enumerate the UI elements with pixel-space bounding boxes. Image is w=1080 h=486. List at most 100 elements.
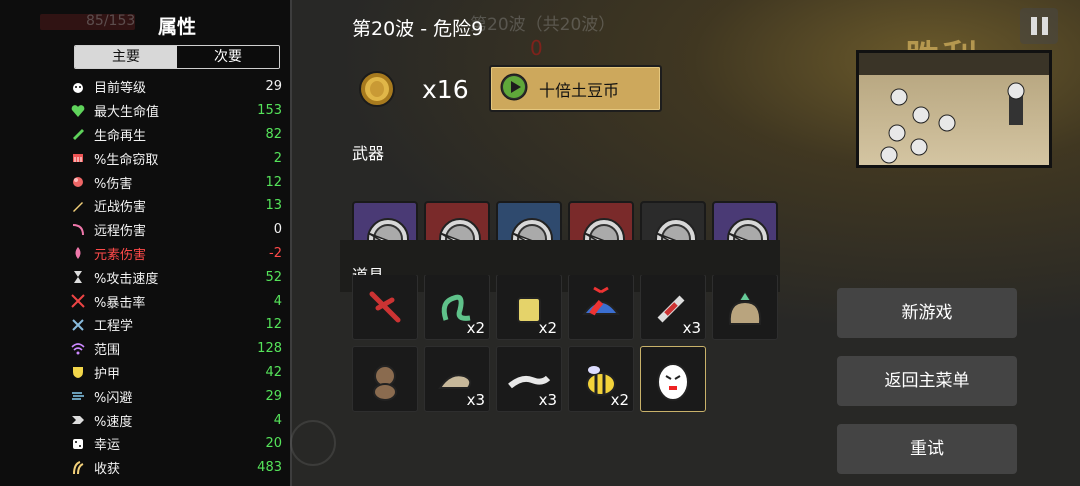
background-ring (290, 420, 336, 466)
monkey-icon (373, 365, 397, 401)
pause-icon (1030, 17, 1037, 35)
item-quantity: x3 (682, 319, 701, 337)
tab-primary[interactable]: 主要 (75, 46, 177, 68)
stat-value: 153 (257, 103, 282, 119)
item-slot[interactable]: x2 (496, 275, 562, 340)
stat-value: 12 (265, 317, 282, 333)
stat-value: 20 (265, 436, 282, 452)
stat-row: 幸运 20 (70, 432, 282, 456)
level-icon (70, 79, 86, 95)
item-slot[interactable]: x3 (640, 275, 706, 340)
stat-value: 13 (265, 198, 282, 214)
weapon-slot[interactable] (640, 201, 706, 240)
stat-row: %暴击率 4 (70, 289, 282, 313)
stat-value: 128 (257, 341, 282, 357)
speed-icon (70, 412, 86, 428)
dodge-icon (70, 388, 86, 404)
stat-row: %闪避 29 (70, 384, 282, 408)
ten-times-coin-button[interactable]: 十倍土豆币 (489, 65, 662, 112)
stat-label: %暴击率 (94, 295, 146, 311)
weapon-slot[interactable] (568, 201, 634, 240)
item-quantity: x3 (538, 391, 557, 409)
retry-button[interactable]: 重试 (837, 424, 1017, 474)
stat-label: 远程伤害 (94, 224, 147, 240)
stat-row: %生命窃取 2 (70, 146, 282, 170)
propeller-cap-icon (582, 286, 620, 316)
stat-label: 最大生命值 (94, 105, 160, 121)
stat-row: %伤害 12 (70, 170, 282, 194)
spear-shield-icon (367, 218, 409, 240)
lifesteal-icon (70, 150, 86, 166)
stat-label: 目前等级 (94, 81, 147, 97)
attack-speed-icon (70, 269, 86, 285)
stat-row: 生命再生 82 (70, 123, 282, 147)
armor-icon (70, 364, 86, 380)
wave-ghost-text: 第20波（共20波） (470, 15, 616, 35)
new-game-button[interactable]: 新游戏 (837, 288, 1017, 338)
weapon-slot[interactable] (496, 201, 562, 240)
item-slot[interactable]: x2 (424, 275, 490, 340)
harvest-icon (70, 460, 86, 476)
item-slot[interactable]: x3 (424, 346, 490, 412)
stat-row: 护甲 42 (70, 361, 282, 385)
ranged-icon (70, 222, 86, 238)
item-slot[interactable]: x2 (568, 346, 634, 412)
stat-label: %速度 (94, 414, 133, 430)
stat-value: 29 (265, 388, 282, 404)
stat-value: 12 (265, 174, 282, 190)
stat-label: %攻击速度 (94, 271, 159, 287)
stat-label: 近战伤害 (94, 200, 147, 216)
item-slot[interactable] (640, 346, 706, 412)
sack-icon (728, 291, 762, 325)
stat-row: 最大生命值 153 (70, 99, 282, 123)
elemental-icon (70, 245, 86, 261)
stat-value: 4 (273, 412, 282, 428)
stats-panel: 85/153 属性 主要 次要 目前等级 29 最大生命值 153 生命再生 82 %生命窃… (0, 0, 292, 486)
main-menu-button[interactable]: 返回主菜单 (837, 356, 1017, 406)
tab-secondary[interactable]: 次要 (177, 46, 279, 68)
egg-face-icon (657, 363, 689, 401)
stat-label: 收获 (94, 462, 121, 478)
stat-label: %闪避 (94, 390, 133, 406)
weapon-slot[interactable] (352, 201, 418, 240)
coin-count: x16 (422, 75, 469, 104)
stat-label: %伤害 (94, 176, 133, 192)
item-slot[interactable] (352, 275, 418, 340)
damage-icon (70, 174, 86, 190)
stat-value: 4 (273, 293, 282, 309)
pause-button[interactable] (1020, 8, 1058, 44)
run-preview-thumbnail (856, 50, 1052, 168)
potato-coin-icon (358, 70, 396, 112)
stat-value: 2 (273, 150, 282, 166)
stats-tabs: 主要 次要 (74, 45, 280, 69)
crit-icon (70, 293, 86, 309)
item-slot[interactable] (568, 275, 634, 340)
ghost-counter: 0 (530, 36, 543, 60)
regen-icon (70, 126, 86, 142)
stat-label: 工程学 (94, 319, 134, 335)
engineering-icon (70, 317, 86, 333)
item-slot[interactable] (352, 346, 418, 412)
wave-title: 第20波 - 危险9 (352, 18, 484, 40)
luck-icon (70, 436, 86, 452)
item-slot[interactable]: x3 (496, 346, 562, 412)
stat-row: 近战伤害 13 (70, 194, 282, 218)
stat-value: 82 (265, 126, 282, 142)
stat-row: %攻击速度 52 (70, 265, 282, 289)
stats-title: 属性 (157, 16, 196, 38)
range-icon (70, 341, 86, 357)
item-quantity: x2 (466, 319, 485, 337)
stat-label: 护甲 (94, 366, 121, 382)
stat-row: 范围 128 (70, 337, 282, 361)
stat-row: 工程学 12 (70, 313, 282, 337)
spear-shield-icon (655, 218, 697, 240)
spear-shield-icon (727, 218, 769, 240)
item-slot[interactable] (712, 275, 778, 340)
weapon-slot[interactable] (424, 201, 490, 240)
spear-shield-icon (583, 218, 625, 240)
stat-label: 元素伤害 (94, 247, 147, 263)
stat-label: 幸运 (94, 438, 121, 454)
item-quantity: x2 (538, 319, 557, 337)
weapon-slot[interactable] (712, 201, 778, 240)
stat-value: 483 (257, 460, 282, 476)
